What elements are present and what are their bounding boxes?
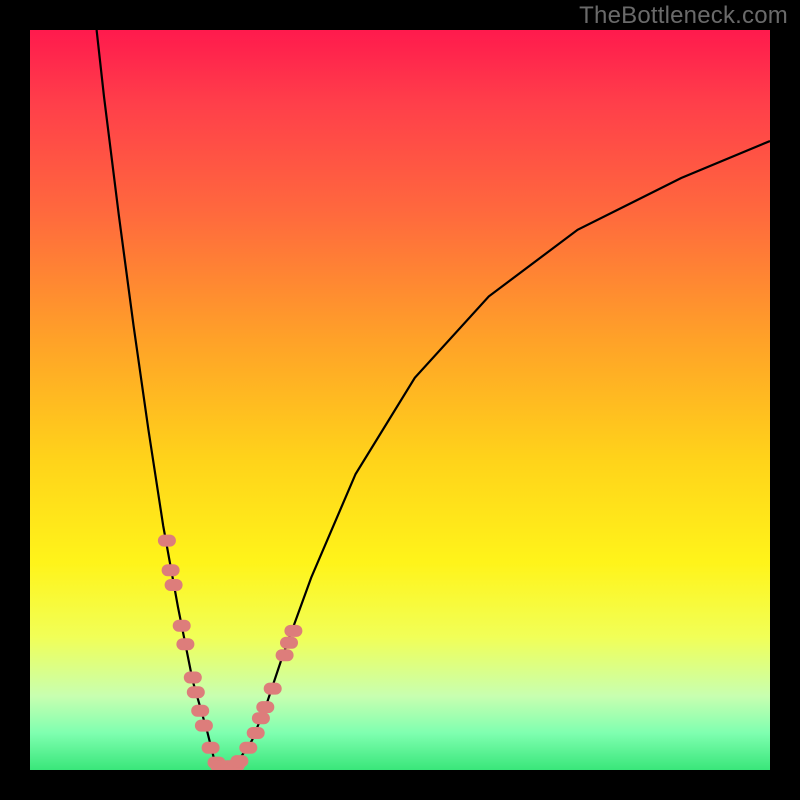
marker-dot [173, 620, 191, 632]
chart-frame: TheBottleneck.com [0, 0, 800, 800]
marker-dot [247, 727, 265, 739]
bottleneck-curve [97, 30, 770, 770]
marker-dot [158, 535, 176, 547]
marker-dot [191, 705, 209, 717]
chart-svg [30, 30, 770, 770]
marker-dot [187, 686, 205, 698]
marker-dot [280, 637, 298, 649]
marker-dot [256, 701, 274, 713]
marker-dot [252, 712, 270, 724]
watermark-text: TheBottleneck.com [579, 2, 788, 30]
marker-dot [264, 683, 282, 695]
marker-dot [184, 672, 202, 684]
marker-dot [195, 720, 213, 732]
marker-dot [284, 625, 302, 637]
marker-dot [165, 579, 183, 591]
marker-dot [239, 742, 257, 754]
marker-dot [162, 564, 180, 576]
plot-area [30, 30, 770, 770]
marker-dot [230, 755, 248, 767]
marker-dot [176, 638, 194, 650]
marker-dot [202, 742, 220, 754]
highlight-markers [158, 535, 303, 770]
marker-dot [276, 649, 294, 661]
